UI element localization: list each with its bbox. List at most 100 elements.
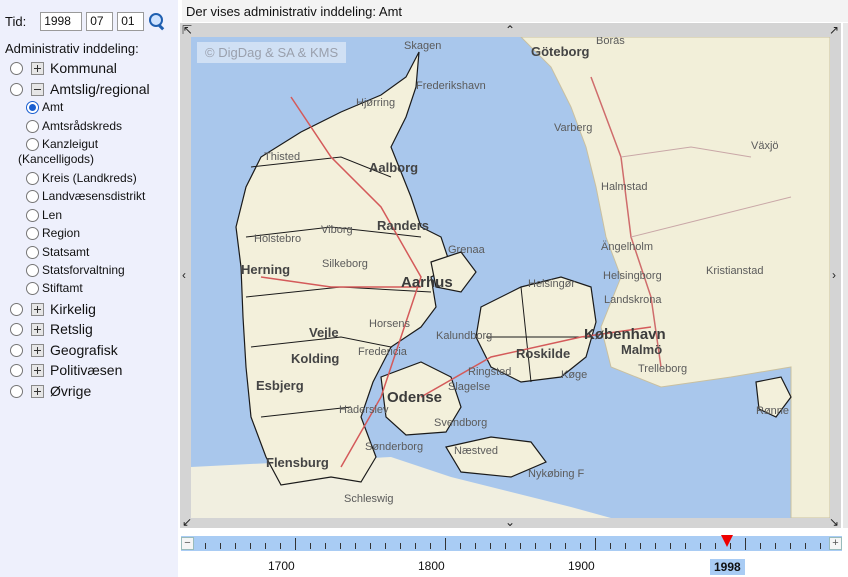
map-graphic xyxy=(191,37,830,518)
radio-kirkelig[interactable] xyxy=(10,302,23,316)
map-label-angelholm: Ängelholm xyxy=(601,241,653,253)
timeline-current-year: 1998 xyxy=(710,559,745,575)
tree-item-geografisk[interactable]: Geografisk xyxy=(10,342,118,358)
corner-se-icon[interactable]: ↘ xyxy=(829,516,839,528)
corner-nw-icon[interactable]: ⇱ xyxy=(182,24,192,36)
sub-item-len[interactable]: Len xyxy=(26,208,62,222)
tree-item-kirkelig[interactable]: Kirkelig xyxy=(10,301,96,317)
radio-amtsradskreds[interactable] xyxy=(26,119,39,133)
expand-plus-icon[interactable] xyxy=(31,322,44,336)
radio-geografisk[interactable] xyxy=(10,343,23,357)
timeline-tick xyxy=(625,543,626,549)
map-label-svendborg: Svendborg xyxy=(434,417,488,429)
year-input[interactable]: 1998 xyxy=(40,11,83,31)
map-label-trelleborg: Trelleborg xyxy=(638,363,688,375)
timeline-tick xyxy=(760,543,761,549)
map-label-helsingborg: Helsingborg xyxy=(603,270,662,282)
sub-item-label: Amt xyxy=(42,100,64,114)
month-input[interactable]: 07 xyxy=(86,11,114,31)
expand-plus-icon[interactable] xyxy=(31,302,44,316)
radio-len[interactable] xyxy=(26,208,39,222)
sub-item-kreis[interactable]: Kreis (Landkreds) xyxy=(26,171,137,185)
selection-header: Der vises administrativ inddeling: Amt xyxy=(182,0,848,22)
radio-region[interactable] xyxy=(26,226,39,240)
expand-plus-icon[interactable] xyxy=(31,384,44,398)
tree-item-amtslig[interactable]: Amtslig/regional xyxy=(10,81,150,97)
sub-item-amt[interactable]: Amt xyxy=(26,100,63,114)
pan-up-icon[interactable]: ⌃ xyxy=(505,24,515,36)
date-row: Tid: 1998 07 01 xyxy=(5,9,166,33)
admin-title: Administrativ inddeling: xyxy=(5,41,139,56)
radio-kommunal[interactable] xyxy=(10,61,23,75)
tree-item-label: Kommunal xyxy=(50,60,117,76)
sub-item-statsforvaltning[interactable]: Statsforvaltning xyxy=(26,263,125,277)
day-input[interactable]: 01 xyxy=(117,11,145,31)
tree-item-label: Amtslig/regional xyxy=(50,81,150,97)
radio-amtslig[interactable] xyxy=(10,82,23,96)
pan-left-icon[interactable]: ‹ xyxy=(182,269,186,281)
expand-plus-icon[interactable] xyxy=(31,343,44,357)
search-icon[interactable] xyxy=(148,12,166,31)
map-label-aarhus: Aarhus xyxy=(401,274,453,291)
tree-item-politivaesen[interactable]: Politivæsen xyxy=(10,362,122,378)
radio-politivaesen[interactable] xyxy=(10,363,23,377)
sub-item-statsamt[interactable]: Statsamt xyxy=(26,245,89,259)
map-label-vejle: Vejle xyxy=(309,325,339,340)
timeline-tick xyxy=(325,543,326,549)
map-label-fredericia: Fredericia xyxy=(358,346,407,358)
radio-statsforvaltning[interactable] xyxy=(26,263,39,277)
expand-plus-icon[interactable] xyxy=(31,363,44,377)
timeline-tick xyxy=(670,543,671,549)
map-frame: ⌃ ⌄ ‹ › ⇱ ↗ ↙ ↘ © DigDag & SA & KMS Skag… xyxy=(180,23,841,528)
timeline-tick xyxy=(595,538,596,550)
tree-item-ovrige[interactable]: Øvrige xyxy=(10,383,91,399)
map-label-slagelse: Slagelse xyxy=(448,381,491,393)
timeline-tick xyxy=(355,543,356,549)
map-label-hjorring: Hjørring xyxy=(356,97,396,109)
tree-item-kommunal[interactable]: Kommunal xyxy=(10,60,117,76)
sub-item-landvaesen[interactable]: Landvæsensdistrikt xyxy=(26,189,145,203)
map-view[interactable]: © DigDag & SA & KMS Skagen Göteborg Borå… xyxy=(191,37,830,518)
sub-item-kanzleigut[interactable]: Kanzleigut xyxy=(26,137,98,151)
sub-item-amtsradskreds[interactable]: Amtsrådskreds xyxy=(26,119,122,133)
collapse-minus-icon[interactable] xyxy=(31,82,44,96)
timeline-tick xyxy=(235,543,236,549)
map-label-sonderborg: Sønderborg xyxy=(365,441,424,453)
timeline[interactable]: − + xyxy=(181,535,842,551)
map-label-varberg: Varberg xyxy=(554,122,593,134)
map-label-kolding: Kolding xyxy=(291,351,340,366)
tree-item-retslig[interactable]: Retslig xyxy=(10,321,93,337)
map-label-kalundborg: Kalundborg xyxy=(436,330,493,342)
sub-item-label: Statsamt xyxy=(42,245,90,259)
timeline-tick xyxy=(490,543,491,549)
timeline-tick xyxy=(370,543,371,549)
timeline-tick xyxy=(580,543,581,549)
map-label-haderslev: Haderslev xyxy=(339,404,389,416)
timeline-minus-button[interactable]: − xyxy=(181,537,194,550)
radio-kreis[interactable] xyxy=(26,171,39,185)
timeline-tick xyxy=(715,543,716,549)
right-scroll-edge[interactable] xyxy=(843,23,848,528)
radio-ovrige[interactable] xyxy=(10,384,23,398)
timeline-tick xyxy=(655,543,656,549)
radio-stiftamt[interactable] xyxy=(26,281,39,295)
map-label-herning: Herning xyxy=(241,262,291,277)
map-label-horsens: Horsens xyxy=(369,318,410,330)
map-copyright: © DigDag & SA & KMS xyxy=(197,42,347,63)
header-text: Der vises administrativ inddeling: Amt xyxy=(186,3,403,19)
radio-landvaesen[interactable] xyxy=(26,189,39,203)
sub-item-label: Kreis (Landkreds) xyxy=(42,171,137,185)
radio-kanzleigut[interactable] xyxy=(26,137,39,151)
timeline-marker-icon[interactable] xyxy=(721,535,733,547)
timeline-plus-button[interactable]: + xyxy=(829,537,842,550)
map-label-ronne: Rønne xyxy=(756,405,790,417)
radio-statsamt[interactable] xyxy=(26,245,39,259)
expand-plus-icon[interactable] xyxy=(31,61,44,75)
pan-right-icon[interactable]: › xyxy=(832,269,836,281)
radio-retslig[interactable] xyxy=(10,322,23,336)
radio-amt[interactable] xyxy=(26,100,39,114)
map-label-koge: Køge xyxy=(561,369,588,381)
sub-item-region[interactable]: Region xyxy=(26,226,80,240)
corner-ne-icon[interactable]: ↗ xyxy=(829,24,839,36)
sub-item-stiftamt[interactable]: Stiftamt xyxy=(26,281,83,295)
